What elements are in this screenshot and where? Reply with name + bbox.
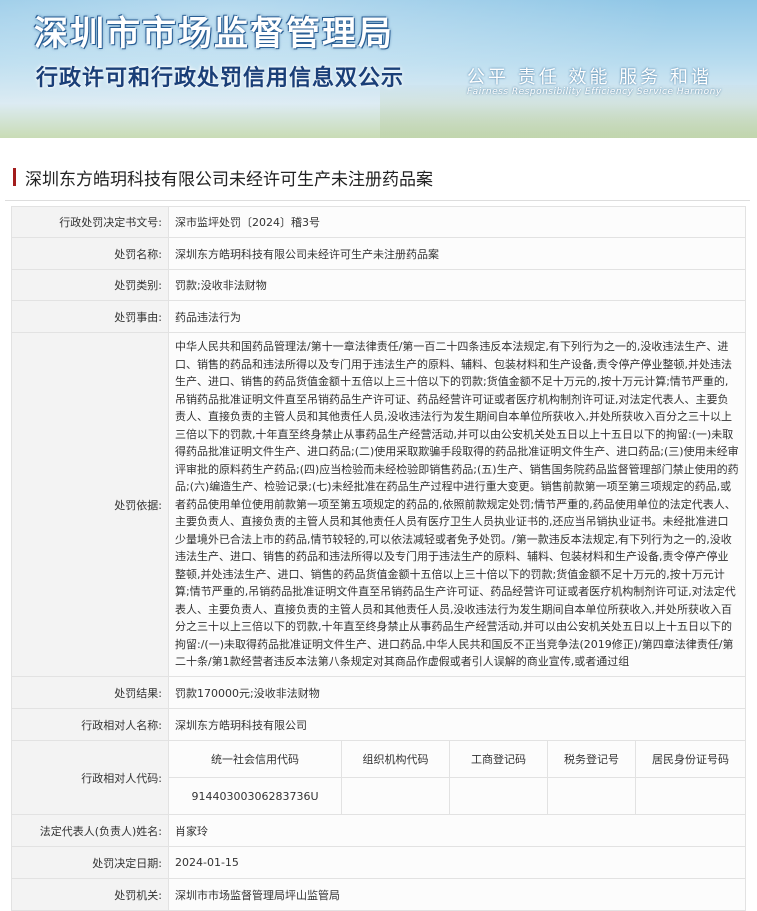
- value-cause: 药品违法行为: [168, 300, 746, 333]
- site-motto-en: Fairness Responsibility Efficiency Servi…: [467, 87, 722, 97]
- site-title: 深圳市市场监督管理局: [34, 14, 394, 54]
- label-basis: 处罚依据:: [11, 332, 169, 677]
- label-cause: 处罚事由:: [11, 300, 169, 333]
- site-subtitle: 行政许可和行政处罚信用信息双公示: [36, 66, 405, 91]
- row-result: 处罚结果: 罚款170000元;没收非法财物: [11, 676, 746, 709]
- row-legal-rep: 法定代表人(负责人)姓名: 肖家玲: [11, 814, 746, 847]
- label-authority: 处罚机关:: [11, 878, 169, 911]
- value-tax-reg: [547, 777, 636, 814]
- value-business-reg: [449, 777, 548, 814]
- label-decision-date: 处罚决定日期:: [11, 846, 169, 879]
- value-credit-code: 91440300306283736U: [169, 777, 342, 814]
- label-party-name: 行政相对人名称:: [11, 708, 169, 741]
- value-result: 罚款170000元;没收非法财物: [168, 676, 746, 709]
- header-tax-reg: 税务登记号: [547, 741, 636, 778]
- label-party-code: 行政相对人代码:: [11, 740, 169, 815]
- row-doc-no: 行政处罚决定书文号: 深市监坪处罚〔2024〕稽3号: [11, 206, 746, 238]
- party-code-value-row: 91440300306283736U: [169, 777, 745, 814]
- site-motto: 公平 责任 效能 服务 和谐: [467, 67, 712, 88]
- value-doc-no: 深市监坪处罚〔2024〕稽3号: [168, 206, 746, 238]
- value-category: 罚款;没收非法财物: [168, 269, 746, 301]
- label-category: 处罚类别:: [11, 269, 169, 301]
- header-business-reg: 工商登记码: [449, 741, 548, 778]
- party-code-table: 统一社会信用代码 组织机构代码 工商登记码 税务登记号 居民身份证号码 9144…: [169, 741, 745, 814]
- party-code-header-row: 统一社会信用代码 组织机构代码 工商登记码 税务登记号 居民身份证号码: [169, 741, 745, 778]
- value-id-number: [635, 777, 745, 814]
- row-basis: 处罚依据: 中华人民共和国药品管理法/第十一章法律责任/第一百二十四条违反本法规…: [11, 332, 746, 677]
- value-party-name: 深圳东方皓玥科技有限公司: [168, 708, 746, 741]
- party-code-cell: 统一社会信用代码 组织机构代码 工商登记码 税务登记号 居民身份证号码 9144…: [168, 740, 746, 815]
- label-case-name: 处罚名称:: [11, 237, 169, 270]
- row-case-name: 处罚名称: 深圳东方皓玥科技有限公司未经许可生产未注册药品案: [11, 237, 746, 270]
- row-party-code: 行政相对人代码: 统一社会信用代码 组织机构代码 工商登记码 税务登记号 居民身…: [11, 740, 746, 815]
- row-category: 处罚类别: 罚款;没收非法财物: [11, 269, 746, 301]
- value-decision-date: 2024-01-15: [168, 846, 746, 879]
- label-result: 处罚结果:: [11, 676, 169, 709]
- label-legal-rep: 法定代表人(负责人)姓名:: [11, 814, 169, 847]
- header-org-code: 组织机构代码: [341, 741, 450, 778]
- value-legal-rep: 肖家玲: [168, 814, 746, 847]
- row-decision-date: 处罚决定日期: 2024-01-15: [11, 846, 746, 879]
- label-doc-no: 行政处罚决定书文号:: [11, 206, 169, 238]
- row-cause: 处罚事由: 药品违法行为: [11, 300, 746, 333]
- value-org-code: [341, 777, 450, 814]
- value-authority: 深圳市市场监督管理局坪山监管局: [168, 878, 746, 911]
- value-basis: 中华人民共和国药品管理法/第十一章法律责任/第一百二十四条违反本法规定,有下列行…: [168, 332, 746, 677]
- case-title: 深圳东方皓玥科技有限公司未经许可生产未注册药品案: [25, 170, 433, 190]
- title-accent-bar: [13, 168, 16, 186]
- case-info-table: 行政处罚决定书文号: 深市监坪处罚〔2024〕稽3号 处罚名称: 深圳东方皓玥科…: [11, 206, 746, 911]
- row-party-name: 行政相对人名称: 深圳东方皓玥科技有限公司: [11, 708, 746, 741]
- header-banner: 深圳市市场监督管理局 行政许可和行政处罚信用信息双公示 公平 责任 效能 服务 …: [0, 0, 757, 138]
- row-authority: 处罚机关: 深圳市市场监督管理局坪山监管局: [11, 878, 746, 911]
- case-title-bar: 深圳东方皓玥科技有限公司未经许可生产未注册药品案: [5, 154, 750, 201]
- header-id-number: 居民身份证号码: [635, 741, 745, 778]
- header-credit-code: 统一社会信用代码: [169, 741, 342, 778]
- value-case-name: 深圳东方皓玥科技有限公司未经许可生产未注册药品案: [168, 237, 746, 270]
